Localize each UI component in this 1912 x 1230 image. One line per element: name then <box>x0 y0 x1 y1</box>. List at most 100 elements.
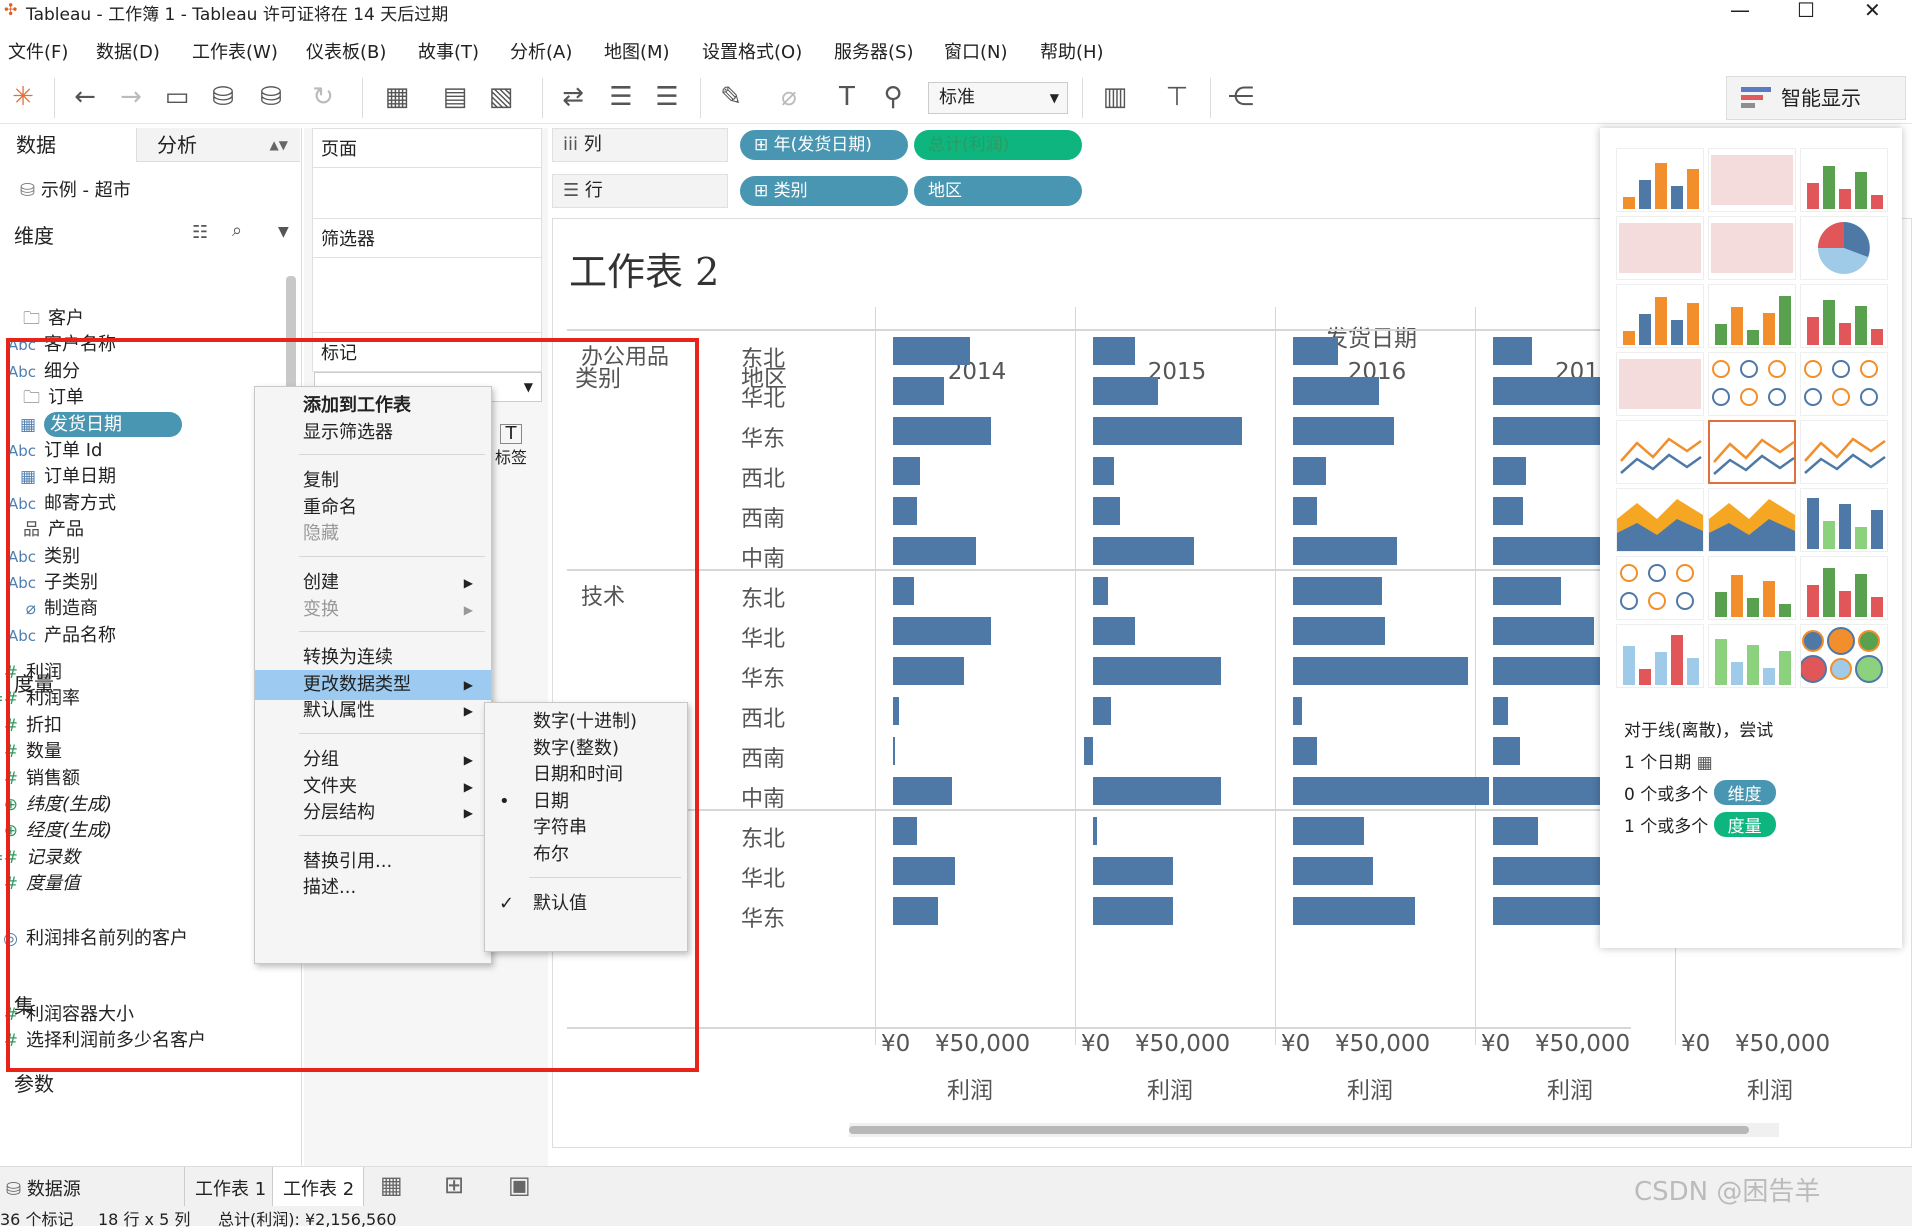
stacked-bars-thumb[interactable] <box>1708 284 1796 348</box>
side-by-side-bars-thumb[interactable] <box>1800 284 1888 348</box>
shelf-pill-类别[interactable]: ⊞ 类别 <box>740 176 908 206</box>
side-by-side-circles-thumb[interactable] <box>1800 352 1888 416</box>
pages-dropzone[interactable] <box>312 168 542 222</box>
expand-plus-icon[interactable]: ⊞ <box>754 181 774 201</box>
symbol-map-thumb[interactable] <box>1616 216 1704 280</box>
swap-icon[interactable]: ⇄ <box>556 80 590 114</box>
bar-2015-办公用品-华东 <box>1093 417 1242 445</box>
new-worksheet-icon[interactable]: ▦ <box>380 1171 403 1199</box>
pin-icon[interactable]: ⚲ <box>876 80 910 114</box>
maximize-icon[interactable]: ☐ <box>1797 0 1815 22</box>
label-icon[interactable]: T <box>830 80 864 114</box>
pane-menu-icon[interactable]: ▼ <box>278 224 289 240</box>
minimize-icon[interactable]: — <box>1730 0 1750 22</box>
discrete-lines-thumb[interactable] <box>1708 420 1796 484</box>
new-dashboard-icon[interactable]: ⊞ <box>444 1171 464 1199</box>
bullet-graph-thumb[interactable] <box>1708 624 1796 688</box>
search-icon[interactable]: ⌕ <box>232 220 242 241</box>
menu-item-6[interactable]: 地图(M) <box>604 38 670 64</box>
menu-item-9[interactable]: 窗口(N) <box>944 38 1008 64</box>
circle-views-thumb[interactable] <box>1708 352 1796 416</box>
new-worksheet-icon[interactable]: ▦ <box>380 80 414 114</box>
histogram-thumb[interactable] <box>1708 556 1796 620</box>
scatter-plot-thumb[interactable] <box>1616 556 1704 620</box>
shelf-pill-地区[interactable]: 地区 <box>914 176 1082 206</box>
duplicate-sheet-icon[interactable]: ▤ <box>438 80 472 114</box>
tableau-home-icon[interactable]: ✳ <box>6 80 40 114</box>
menu-item-1[interactable]: 数据(D) <box>96 38 160 64</box>
axis-tick-label: ¥50,000 <box>1335 1031 1431 1057</box>
tab-data[interactable]: 数据 <box>0 128 136 162</box>
sort-asc-icon[interactable]: ☰ <box>604 80 638 114</box>
tab-datasource[interactable]: ⛁ 数据源 <box>6 1175 81 1201</box>
share-icon[interactable]: ⋲ <box>1224 80 1258 114</box>
facet-divider <box>1075 307 1076 1045</box>
sort-desc-icon[interactable]: ☰ <box>650 80 684 114</box>
continuous-lines-thumb[interactable] <box>1616 420 1704 484</box>
title-bar: ✣ Tableau - 工作簿 1 - Tableau 许可证将在 14 天后过… <box>0 0 1912 25</box>
highlight-icon[interactable]: ✎ <box>714 80 748 114</box>
menu-item-0[interactable]: 文件(F) <box>8 38 68 64</box>
bar-2016-技术-华东 <box>1293 657 1469 685</box>
tab-datasource-label: 数据源 <box>26 1179 81 1200</box>
clear-sheet-icon[interactable]: ▧ <box>484 80 518 114</box>
close-icon[interactable]: ✕ <box>1864 0 1881 22</box>
facet-divider <box>1275 307 1276 1045</box>
show-cards-icon[interactable]: ▥ <box>1098 80 1132 114</box>
menu-item-2[interactable]: 工作表(W) <box>192 38 278 64</box>
dual-combination-thumb[interactable] <box>1800 488 1888 552</box>
refresh-icon[interactable]: ↻ <box>306 80 340 114</box>
undo-icon[interactable]: ← <box>68 80 102 114</box>
pause-updates-icon[interactable]: ⛁ <box>254 80 288 114</box>
box-whisker-thumb[interactable] <box>1800 556 1888 620</box>
menu-item-10[interactable]: 帮助(H) <box>1040 38 1104 64</box>
show-me-button[interactable]: 智能显示 <box>1726 76 1906 120</box>
list-view-icon[interactable]: ☷ <box>192 222 208 243</box>
params-heading: 参数 <box>14 1072 54 1096</box>
tab-sheet1[interactable]: 工作表 1 <box>184 1167 268 1207</box>
show-me-label: 智能显示 <box>1781 86 1861 110</box>
shelf-pill-年(发货日期)[interactable]: ⊞ 年(发货日期) <box>740 130 908 160</box>
text-table-thumb[interactable] <box>1616 148 1704 212</box>
presentation-icon[interactable]: ⊤ <box>1160 80 1194 114</box>
menu-item-5[interactable]: 分析(A) <box>510 38 572 64</box>
bar-2017-办公用品-中南 <box>1493 537 1612 565</box>
new-story-icon[interactable]: ▣ <box>508 1171 531 1199</box>
columns-icon: iii <box>563 134 584 155</box>
dual-lines-thumb[interactable] <box>1800 420 1888 484</box>
area-discrete-thumb[interactable] <box>1708 488 1796 552</box>
status-sum: 总计(利润): ¥2,156,560 <box>218 1210 397 1229</box>
expand-plus-icon[interactable]: ⊞ <box>754 135 774 155</box>
menu-item-7[interactable]: 设置格式(O) <box>702 38 802 64</box>
menu-item-8[interactable]: 服务器(S) <box>834 38 913 64</box>
menu-item-4[interactable]: 故事(T) <box>418 38 479 64</box>
tab-sheet2[interactable]: 工作表 2 <box>272 1167 364 1207</box>
redo-icon[interactable]: → <box>114 80 148 114</box>
shelf-pill-总计(利润)[interactable]: 总计(利润) <box>914 130 1082 160</box>
horizontal-scrollbar[interactable] <box>849 1123 1779 1137</box>
showme-req-measure: 1 个或多个 度量 <box>1624 812 1776 837</box>
heat-map-thumb[interactable] <box>1708 148 1796 212</box>
packed-bubbles-thumb[interactable] <box>1799 624 1888 688</box>
group-icon[interactable]: ⌀ <box>772 80 806 114</box>
new-datasource-icon[interactable]: ⛁ <box>206 80 240 114</box>
dim-badge: 维度 <box>1713 780 1776 805</box>
bar-2014-办公用品-中南 <box>893 537 977 565</box>
tab-analysis[interactable]: 分析 ▲▼ <box>136 128 300 162</box>
pages-card[interactable]: 页面 <box>312 128 542 168</box>
area-continuous-thumb[interactable] <box>1616 488 1704 552</box>
pie-chart-thumb[interactable] <box>1800 216 1888 280</box>
filled-map-thumb[interactable] <box>1708 216 1796 280</box>
menu-item-3[interactable]: 仪表板(B) <box>306 38 386 64</box>
datasource-item[interactable]: ⛁ 示例 - 超市 <box>20 176 131 202</box>
region-label: 东北 <box>741 587 786 612</box>
treemap-thumb[interactable] <box>1616 352 1704 416</box>
save-icon[interactable]: ▭ <box>160 80 194 114</box>
gantt-thumb[interactable] <box>1616 624 1704 688</box>
filters-card[interactable]: 筛选器 <box>312 218 542 258</box>
horizontal-bars-thumb[interactable] <box>1616 284 1704 348</box>
window-title: Tableau - 工作簿 1 - Tableau 许可证将在 14 天后过期 <box>26 5 449 25</box>
highlight-table-thumb[interactable] <box>1800 148 1888 212</box>
fit-select[interactable]: 标准 ▼ <box>928 82 1068 114</box>
pill-label: 总计(利润) <box>928 135 1010 155</box>
